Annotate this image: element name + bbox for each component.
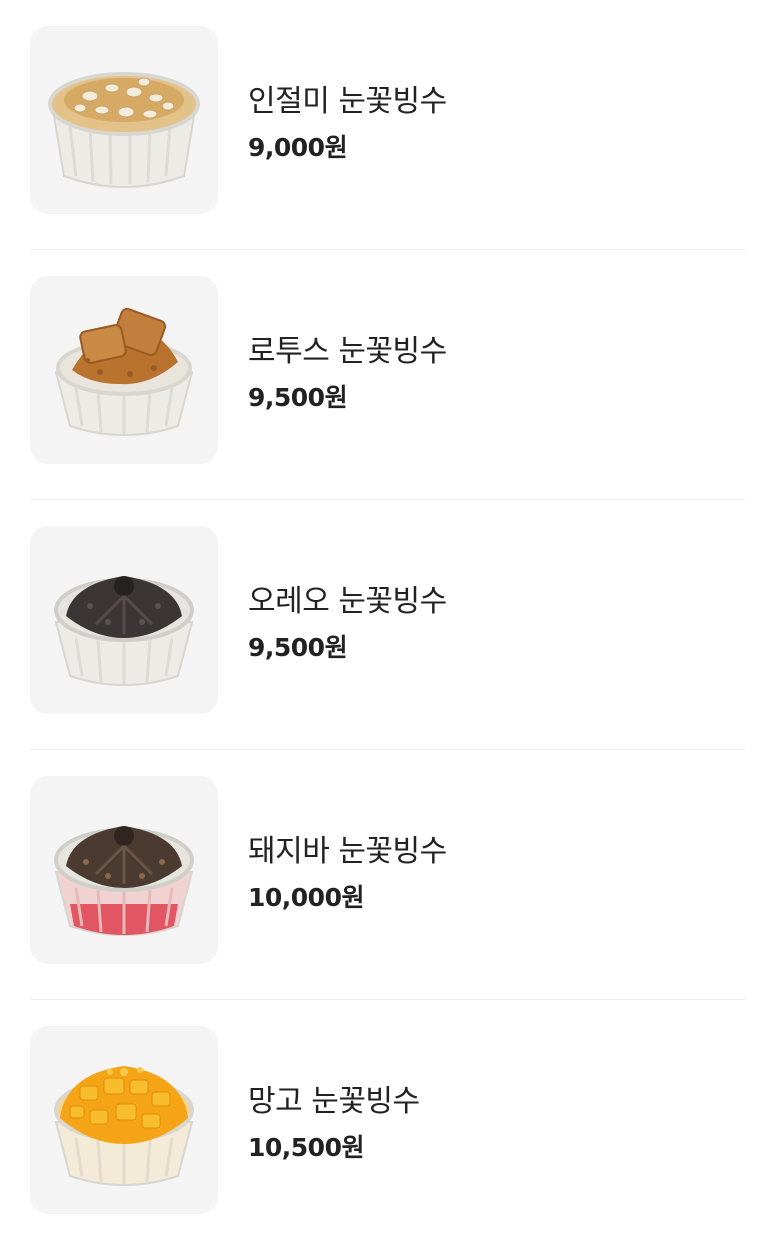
menu-item-name: 돼지바 눈꽃빙수 — [248, 834, 447, 869]
menu-item-price: 9,500원 — [248, 383, 348, 412]
menu-item-oreo[interactable]: 오레오 눈꽃빙수 9,500원 — [30, 500, 745, 750]
menu-item-price: 10,000원 — [248, 883, 364, 912]
menu-item-name: 인절미 눈꽃빙수 — [248, 84, 447, 119]
menu-item-name: 오레오 눈꽃빙수 — [248, 584, 447, 619]
oreo-bingsu-illustration — [54, 576, 194, 686]
injeolmi-bingsu-icon[interactable] — [30, 26, 218, 214]
oreo-bingsu-icon[interactable] — [30, 526, 218, 714]
menu-item-injeolmi[interactable]: 인절미 눈꽃빙수 9,000원 — [30, 0, 745, 250]
injeolmi-bingsu-illustration — [48, 72, 200, 188]
lotus-bingsu-illustration — [54, 307, 194, 436]
menu-item-name: 망고 눈꽃빙수 — [248, 1084, 420, 1119]
dwaejibar-bingsu-illustration — [54, 826, 194, 936]
menu-item-dwaejibar[interactable]: 돼지바 눈꽃빙수 10,000원 — [30, 750, 745, 1000]
menu-item-price: 9,500원 — [248, 633, 348, 662]
lotus-bingsu-icon[interactable] — [30, 276, 218, 464]
menu-item-lotus[interactable]: 로투스 눈꽃빙수 9,500원 — [30, 250, 745, 500]
mango-bingsu-icon[interactable] — [30, 1026, 218, 1214]
menu-item-price: 10,500원 — [248, 1133, 364, 1162]
mango-bingsu-illustration — [54, 1066, 194, 1186]
menu-item-name: 로투스 눈꽃빙수 — [248, 334, 447, 369]
menu-item-mango[interactable]: 망고 눈꽃빙수 10,500원 — [30, 1000, 745, 1250]
dwaejibar-bingsu-icon[interactable] — [30, 776, 218, 964]
menu-item-price: 9,000원 — [248, 133, 348, 162]
